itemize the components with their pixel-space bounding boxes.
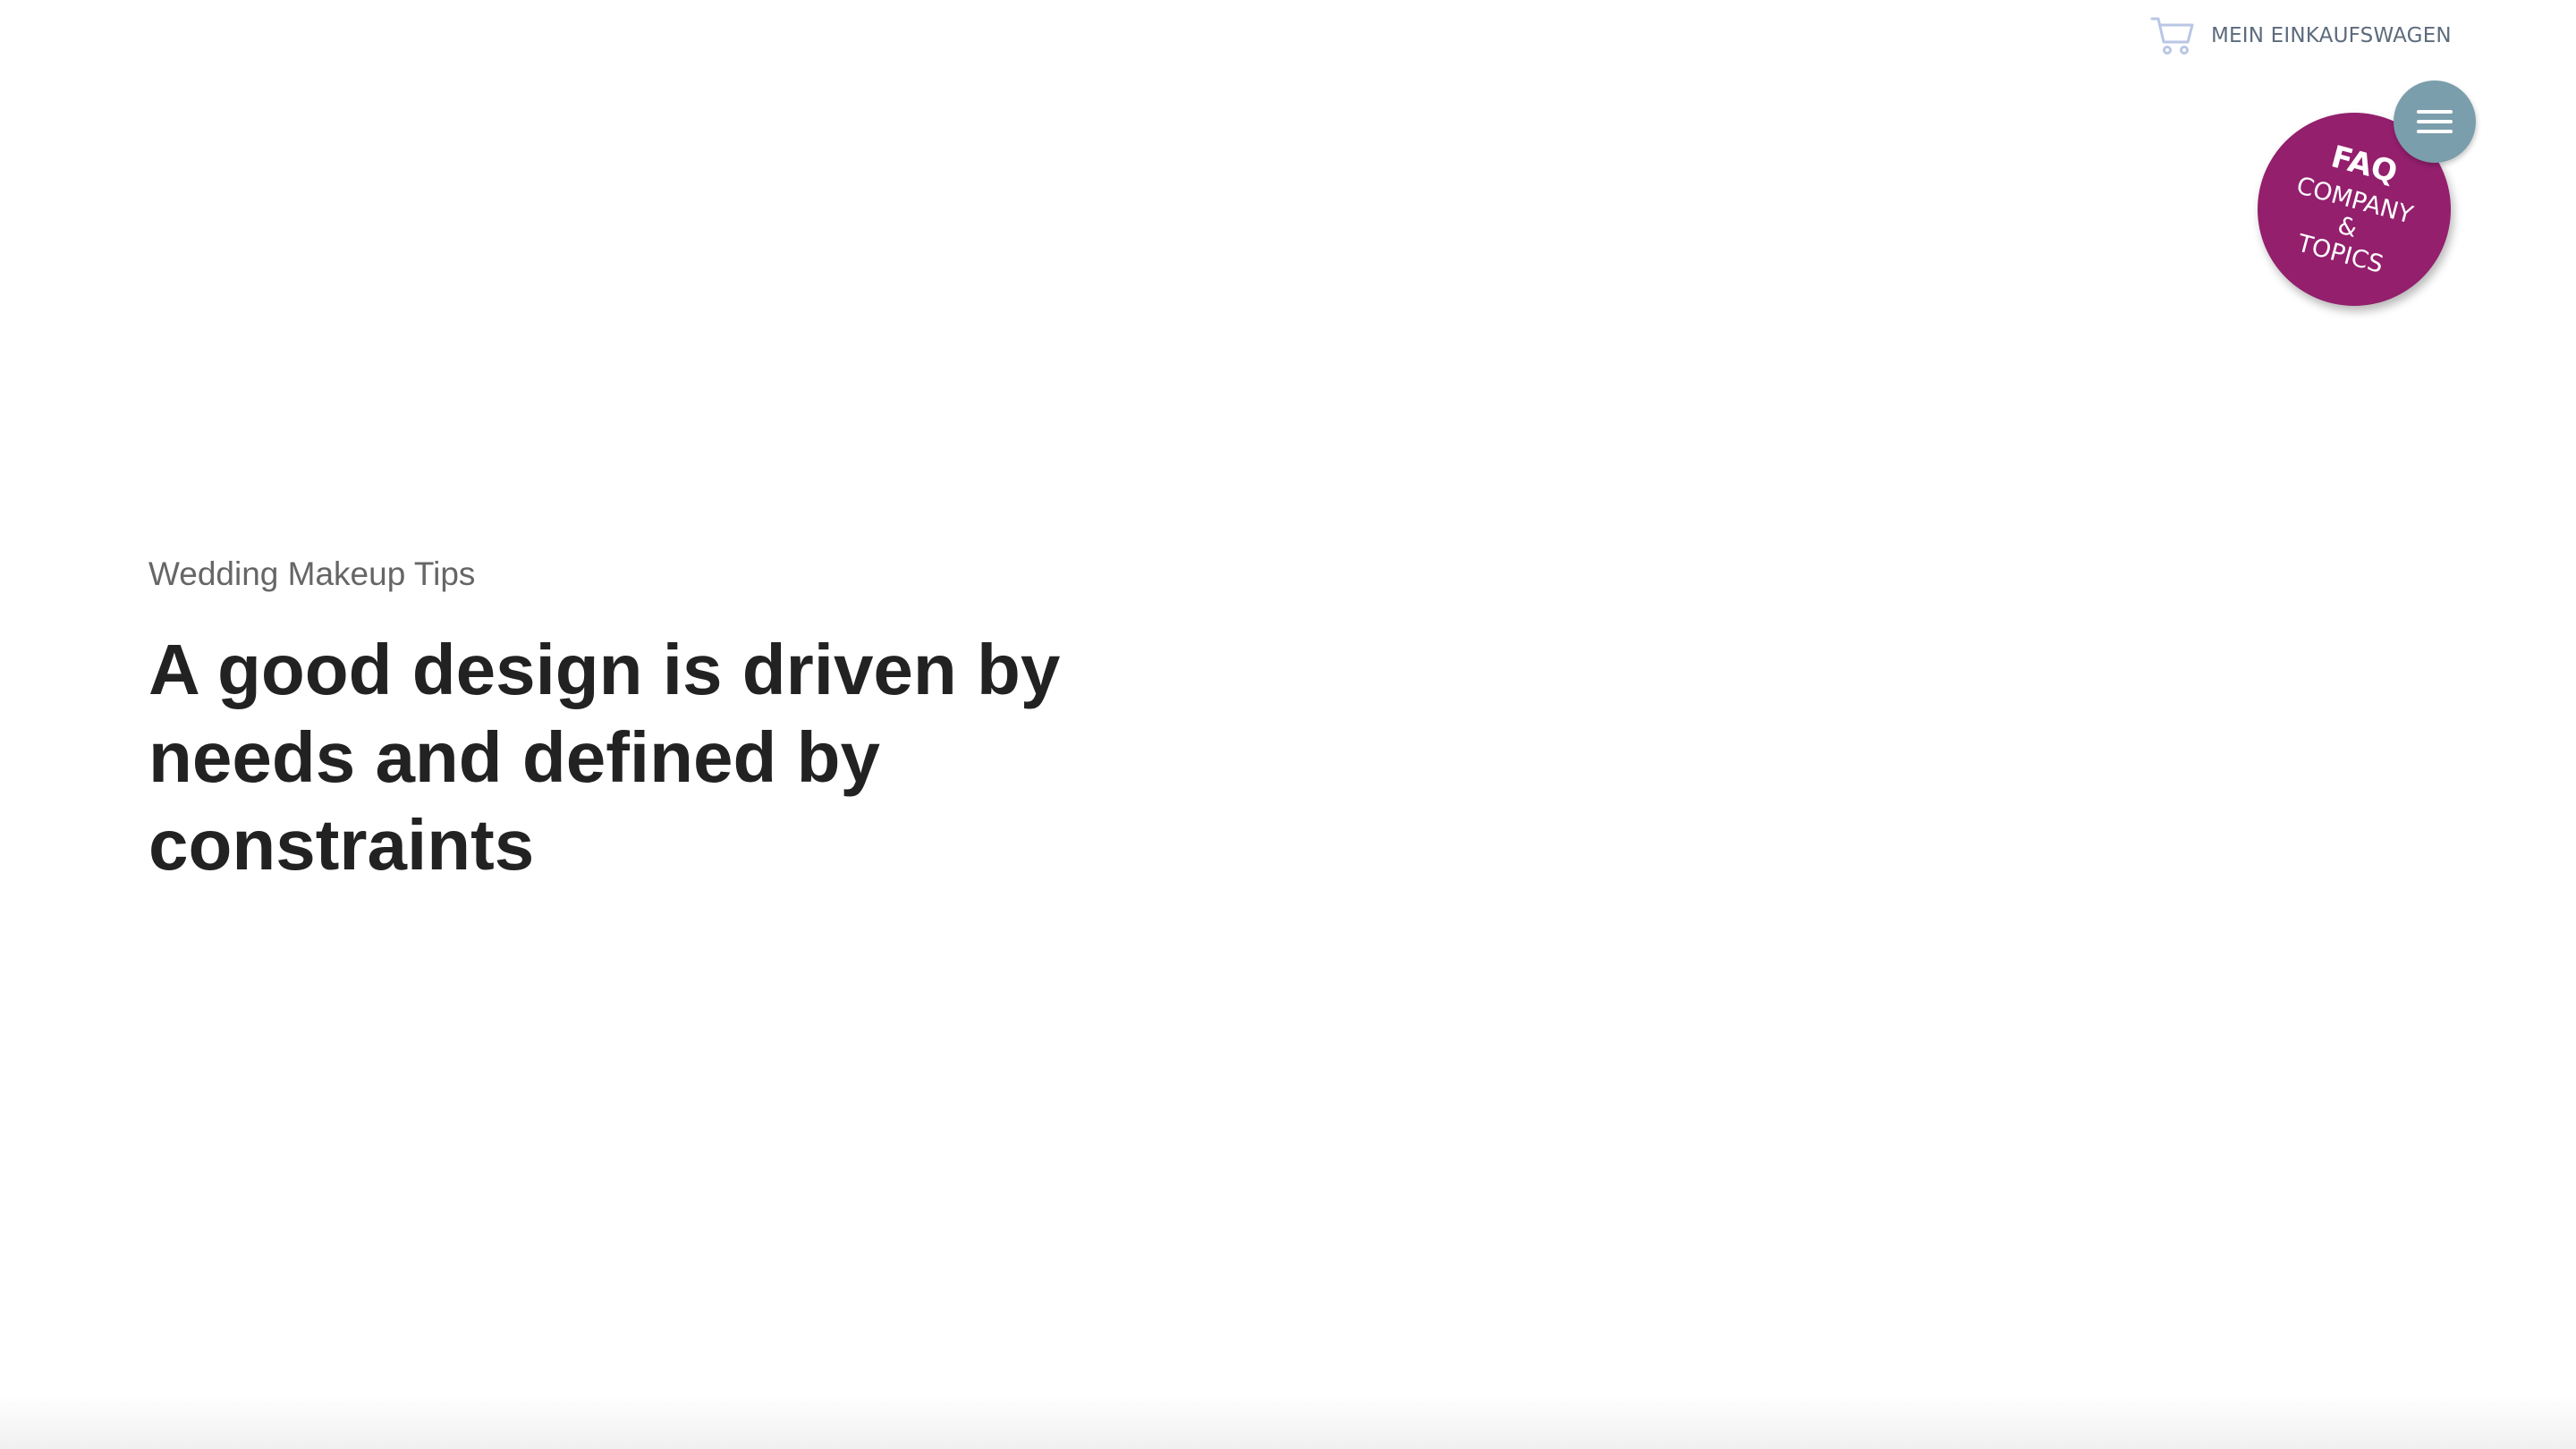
cart-link[interactable]: MEIN EINKAUFSWAGEN: [2150, 14, 2452, 57]
shopping-cart-icon: [2150, 17, 2194, 55]
hero: Wedding Makeup Tips A good design is dri…: [148, 555, 1222, 889]
hamburger-menu-icon-bar: [2417, 130, 2453, 133]
hamburger-menu-icon: [2417, 110, 2453, 114]
category-label: Wedding Makeup Tips: [148, 555, 476, 592]
menu-button[interactable]: [2394, 80, 2476, 163]
bottom-fade: [0, 1395, 2576, 1449]
hamburger-menu-icon-bar: [2417, 120, 2453, 123]
page: MEIN EINKAUFSWAGEN FAQ COMPANY & TOPICS …: [0, 0, 2576, 1449]
cart-label: MEIN EINKAUFSWAGEN: [2211, 24, 2452, 47]
page-title: A good design is driven by needs and def…: [148, 630, 1061, 886]
faq-subtitle: COMPANY & TOPICS: [2279, 172, 2416, 283]
